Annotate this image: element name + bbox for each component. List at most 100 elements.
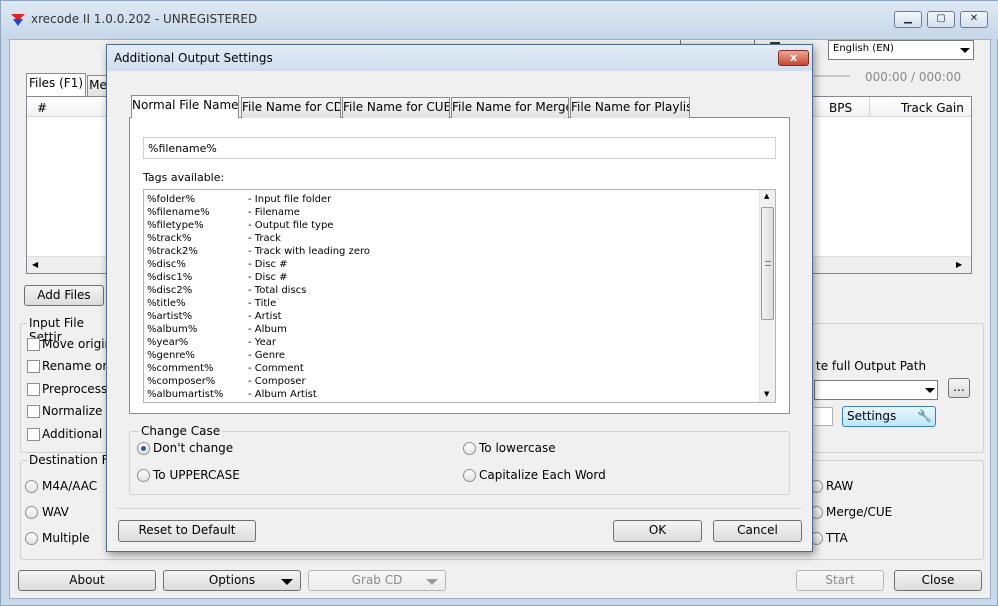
app-logo-icon	[10, 11, 26, 27]
tag-description: - Disc #	[248, 272, 288, 283]
normalize-checkbox[interactable]	[27, 405, 40, 418]
scroll-down-icon[interactable]: ▼	[764, 390, 769, 398]
window-close-button[interactable]: ✕	[960, 11, 988, 28]
tag-description: - Year	[248, 337, 276, 348]
scroll-up-icon[interactable]: ▲	[764, 192, 769, 200]
tab-normal-file-name[interactable]: Normal File Name	[131, 95, 239, 118]
tag-description: - Composer	[248, 376, 306, 387]
scroll-left-icon[interactable]: ◀	[32, 260, 38, 269]
dialog-divider	[117, 508, 802, 509]
minimize-button[interactable]: ▁	[894, 11, 922, 28]
tag-row[interactable]: %track% - Track	[147, 232, 747, 245]
about-button[interactable]: About	[18, 570, 156, 591]
tag-row[interactable]: %genre% - Genre	[147, 349, 747, 362]
tag-row[interactable]: %album% - Album	[147, 323, 747, 336]
rename-original-checkbox[interactable]	[27, 360, 40, 373]
tag-row[interactable]: %disc1% - Disc #	[147, 271, 747, 284]
tag-name: %track%	[147, 233, 192, 244]
tab-file-name-cd[interactable]: File Name for CD	[241, 97, 341, 118]
output-path-select[interactable]	[814, 380, 938, 400]
dont-change-radio[interactable]	[137, 442, 150, 455]
lowercase-radio[interactable]	[463, 442, 476, 455]
tag-row[interactable]: %title% - Title	[147, 297, 747, 310]
tag-name: %artist%	[147, 311, 193, 322]
tag-row[interactable]: %year% - Year	[147, 336, 747, 349]
tag-name: %title%	[147, 298, 186, 309]
move-original-label: Move origin	[42, 337, 113, 351]
lowercase-label: To lowercase	[479, 441, 556, 455]
column-divider	[869, 97, 870, 117]
tag-description: - Track	[248, 233, 281, 244]
grab-cd-button[interactable]: Grab CD	[308, 570, 446, 591]
tab-file-name-cue[interactable]: File Name for CUE	[342, 97, 450, 118]
scroll-thumb[interactable]	[761, 207, 774, 320]
column-bps[interactable]: BPS	[829, 101, 852, 115]
capitalize-radio[interactable]	[463, 469, 476, 482]
language-select[interactable]: English (EN)	[828, 40, 974, 60]
chevron-down-icon	[960, 48, 970, 53]
move-original-checkbox[interactable]	[27, 338, 40, 351]
tag-row[interactable]: %artist% - Artist	[147, 310, 747, 323]
additional-output-settings-dialog: Additional Output Settings x Normal File…	[106, 44, 813, 552]
tag-name: %disc1%	[147, 272, 193, 283]
tag-name: %comment%	[147, 363, 214, 374]
tag-name: %filename%	[147, 207, 210, 218]
title-bar: xrecode II 1.0.0.202 - UNREGISTERED ▁ ▢ …	[1, 1, 998, 39]
tags-vertical-scrollbar[interactable]: ▲ ▼	[759, 190, 775, 402]
tag-name: %disc2%	[147, 285, 193, 296]
chevron-down-icon	[925, 388, 935, 393]
chevron-down-icon	[281, 579, 293, 585]
wav-radio[interactable]	[25, 506, 38, 519]
tag-row[interactable]: %filename% - Filename	[147, 206, 747, 219]
tag-row[interactable]: %comment% - Comment	[147, 362, 747, 375]
tag-description: - Track with leading zero	[248, 246, 370, 257]
preprocessing-checkbox[interactable]	[27, 383, 40, 396]
dialog-title: Additional Output Settings	[114, 51, 273, 65]
multiple-label: Multiple	[42, 531, 90, 545]
tag-row[interactable]: %composer% - Composer	[147, 375, 747, 388]
tag-name: %track2%	[147, 246, 198, 257]
tag-row[interactable]: %disc2% - Total discs	[147, 284, 747, 297]
tag-description: - Album	[248, 324, 287, 335]
additional-checkbox[interactable]	[27, 428, 40, 441]
options-button[interactable]: Options	[163, 570, 301, 591]
change-case-title: Change Case	[139, 424, 223, 438]
scroll-right-icon[interactable]: ▶	[956, 260, 962, 269]
tags-list[interactable]: %folder% - Input file folder %filename% - F…	[143, 189, 776, 403]
close-button[interactable]: Close	[894, 570, 982, 591]
dialog-close-button[interactable]: x	[778, 50, 809, 66]
tag-name: %album%	[147, 324, 198, 335]
tab-file-name-playlist[interactable]: File Name for Playlist	[570, 97, 690, 118]
tag-name: %composer%	[147, 376, 216, 387]
ok-button[interactable]: OK	[613, 520, 702, 542]
output-field[interactable]	[814, 407, 833, 426]
tag-row[interactable]: %albumartist% - Album Artist	[147, 388, 747, 401]
capitalize-label: Capitalize Each Word	[479, 468, 606, 482]
settings-button[interactable]: Settings 🔧	[842, 406, 936, 427]
tab-file-name-merge[interactable]: File Name for Merge	[451, 97, 569, 118]
tag-row[interactable]: %filetype% - Output file type	[147, 219, 747, 232]
start-button[interactable]: Start	[796, 570, 884, 591]
column-number[interactable]: #	[37, 101, 47, 115]
reset-to-default-button[interactable]: Reset to Default	[118, 520, 256, 542]
add-files-button[interactable]: Add Files	[24, 285, 104, 306]
column-track-gain[interactable]: Track Gain	[901, 101, 964, 115]
maximize-button[interactable]: ▢	[927, 11, 955, 28]
uppercase-radio[interactable]	[137, 469, 150, 482]
tag-description: - Title	[248, 298, 277, 309]
browse-button[interactable]: ...	[948, 378, 970, 398]
m4a-aac-label: M4A/AAC	[42, 479, 98, 493]
tab-files[interactable]: Files (F1)	[26, 73, 86, 96]
progress-slider[interactable]	[814, 75, 850, 77]
filename-pattern-input[interactable]	[143, 137, 776, 159]
tag-row[interactable]: %folder% - Input file folder	[147, 193, 747, 206]
dont-change-label: Don't change	[153, 441, 234, 455]
tag-row[interactable]: %track2% - Track with leading zero	[147, 245, 747, 258]
uppercase-label: To UPPERCASE	[153, 468, 240, 482]
tag-name: %folder%	[147, 194, 196, 205]
m4a-aac-radio[interactable]	[25, 480, 38, 493]
tag-row[interactable]: %disc% - Disc #	[147, 258, 747, 271]
multiple-radio[interactable]	[25, 532, 38, 545]
tag-description: - Comment	[248, 363, 304, 374]
cancel-button[interactable]: Cancel	[713, 520, 802, 542]
